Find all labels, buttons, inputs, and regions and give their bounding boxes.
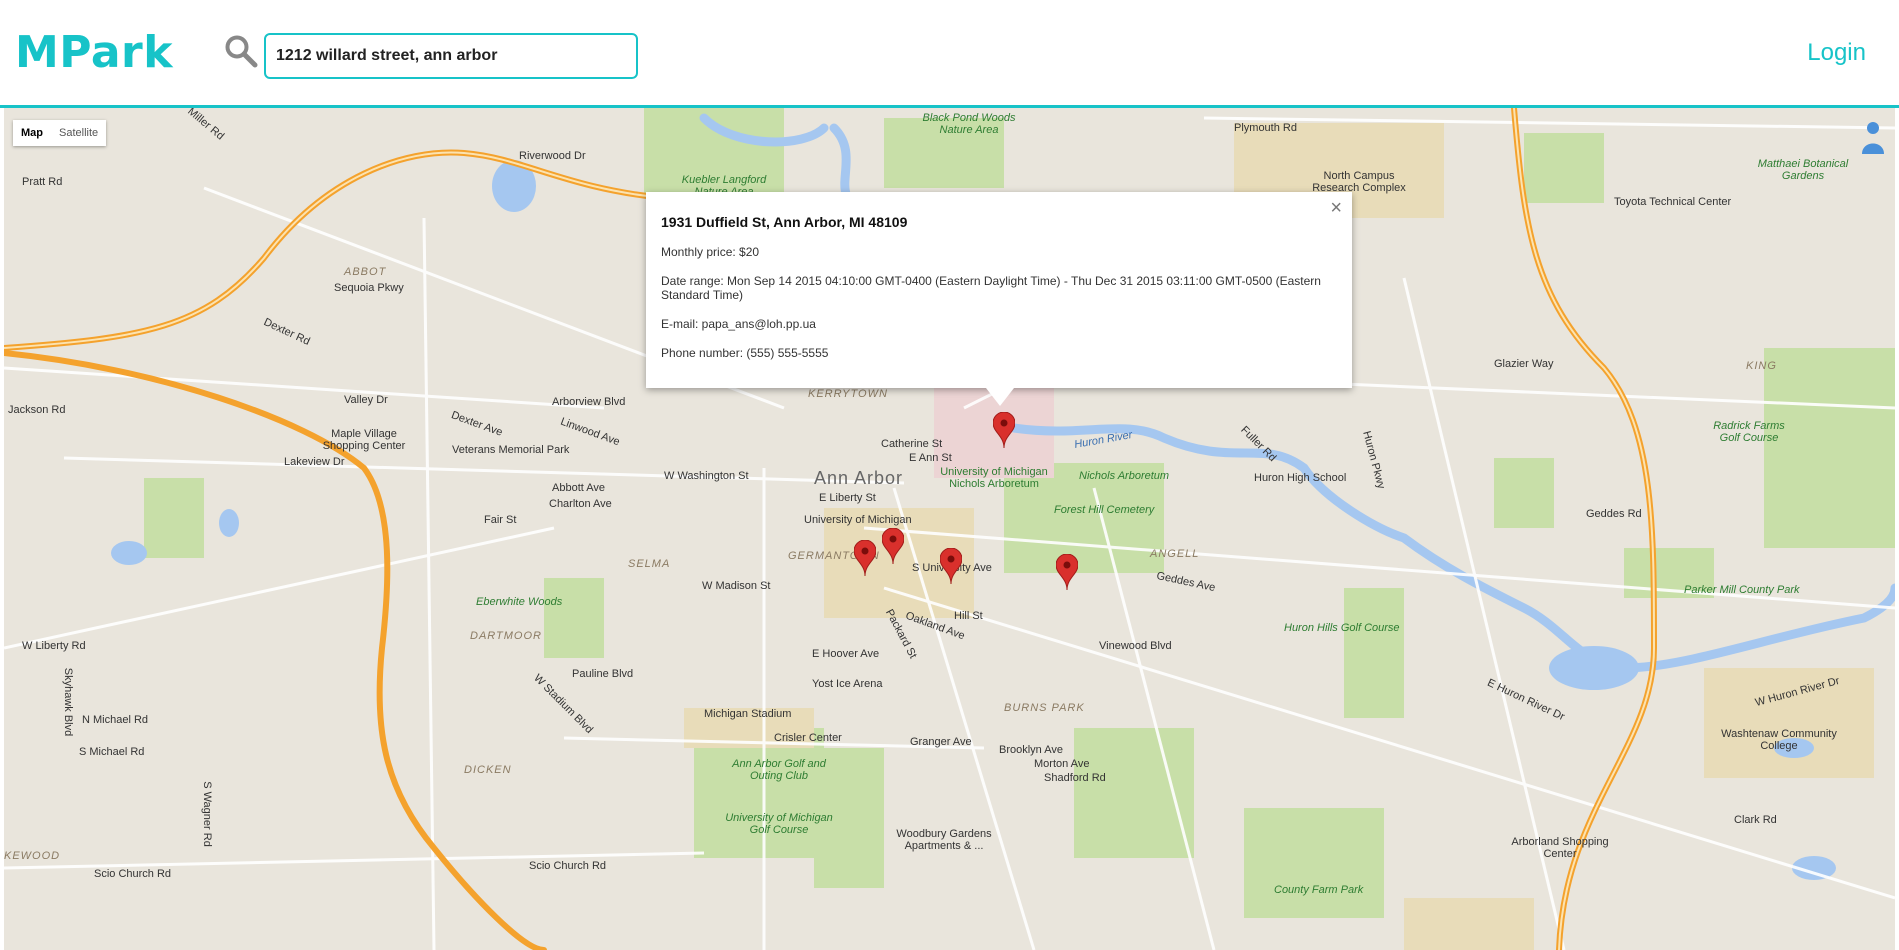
district-label: SELMA — [628, 558, 671, 570]
road-label: Pauline Blvd — [572, 668, 634, 680]
app-header: MPark Login — [0, 0, 1899, 108]
road-label: Morton Ave — [1034, 758, 1090, 770]
district-label: BURNS PARK — [1004, 702, 1085, 714]
road-label: Valley Dr — [344, 394, 388, 406]
poi-label: Forest Hill Cemetery — [1054, 504, 1155, 516]
poi-label: Huron Hills Golf Course — [1284, 622, 1400, 634]
poi-label: Parker Mill County Park — [1684, 584, 1800, 596]
poi-label: Black Pond Woods Nature Area — [922, 112, 1016, 136]
road-label: N Michael Rd — [82, 714, 149, 726]
road-label: Catherine St — [881, 438, 943, 450]
poi-label: University of Michigan — [804, 514, 912, 526]
road-label: Arborview Blvd — [552, 396, 626, 408]
road-label: Fair St — [484, 514, 517, 526]
poi-label: Ann Arbor Golf and Outing Club — [732, 758, 826, 782]
poi-label: Yost Ice Arena — [812, 678, 883, 690]
road-label: Scio Church Rd — [94, 868, 172, 880]
parking-marker-icon[interactable] — [993, 412, 1015, 448]
poi-label: Eberwhite Woods — [476, 596, 563, 608]
parking-info-window: × 1931 Duffield St, Ann Arbor, MI 48109 … — [646, 192, 1352, 406]
road-label: Clark Rd — [1734, 814, 1777, 826]
road-label: Hill St — [954, 610, 983, 622]
search-icon[interactable] — [224, 34, 258, 68]
road-label: Granger Ave — [910, 736, 972, 748]
road-label: S Wagner Rd — [200, 781, 213, 847]
district-label: ABBOT — [344, 266, 387, 278]
road-label: Plymouth Rd — [1234, 122, 1297, 134]
road-label: Riverwood Dr — [519, 150, 586, 162]
district-label: KERRYTOWN — [808, 388, 888, 400]
road-label: W Liberty Rd — [22, 640, 86, 652]
road-label: Abbott Ave — [552, 482, 606, 494]
road-label: Skyhawk Blvd — [62, 667, 75, 737]
app-logo[interactable]: MPark — [15, 24, 173, 82]
map-type-map-button[interactable]: Map — [13, 120, 51, 146]
parking-marker-icon[interactable] — [854, 540, 876, 576]
map-type-control: Map Satellite — [13, 120, 107, 146]
district-label: KEWOOD — [4, 850, 61, 862]
poi-label: Matthaei Botanical Gardens — [1757, 158, 1849, 182]
login-link[interactable]: Login — [1807, 38, 1866, 68]
poi-label: Toyota Technical Center — [1614, 196, 1732, 208]
poi-label: Huron High School — [1254, 472, 1347, 484]
street-view-pegman-icon[interactable] — [1859, 120, 1887, 154]
city-label: Ann Arbor — [814, 468, 904, 488]
info-price: Monthly price: $20 — [661, 245, 760, 259]
road-label: Shadford Rd — [1044, 772, 1106, 784]
road-label: Charlton Ave — [549, 498, 612, 510]
road-label: Sequoia Pkwy — [334, 282, 404, 294]
district-label: KING — [1746, 360, 1777, 372]
search-box — [264, 33, 638, 79]
search-input[interactable] — [266, 35, 636, 77]
road-label: E Liberty St — [819, 492, 876, 504]
poi-label: Crisler Center — [774, 732, 842, 744]
info-email: E-mail: papa_ans@loh.pp.ua — [661, 317, 816, 331]
parking-marker-icon[interactable] — [882, 528, 904, 564]
map-type-satellite-button[interactable]: Satellite — [51, 120, 106, 146]
road-label: Vinewood Blvd — [1099, 640, 1172, 652]
poi-label: Veterans Memorial Park — [452, 444, 570, 456]
district-label: DARTMOOR — [470, 630, 542, 642]
road-label: E Ann St — [909, 452, 952, 464]
poi-label: Washtenaw Community College — [1721, 728, 1837, 752]
poi-label: Michigan Stadium — [704, 708, 792, 720]
road-label: W Washington St — [664, 470, 749, 482]
info-address: 1931 Duffield St, Ann Arbor, MI 48109 — [661, 214, 908, 230]
poi-label: Woodbury Gardens Apartments & ... — [896, 828, 992, 852]
info-phone: Phone number: (555) 555-5555 — [661, 346, 829, 360]
district-label: ANGELL — [1150, 548, 1200, 560]
road-label: Lakeview Dr — [284, 456, 345, 468]
road-label: Jackson Rd — [8, 404, 66, 416]
poi-label: North Campus Research Complex — [1312, 170, 1406, 194]
poi-label: University of Michigan Golf Course — [725, 812, 833, 836]
poi-label: University of Michigan Nichols Arboretum — [940, 466, 1048, 490]
info-window-close-icon[interactable]: × — [1330, 198, 1342, 218]
road-label: S Michael Rd — [79, 746, 145, 758]
poi-label: Radrick Farms Golf Course — [1713, 420, 1785, 444]
parking-marker-icon[interactable] — [1056, 554, 1078, 590]
poi-label: Nichols Arboretum — [1079, 470, 1170, 482]
road-label: W Madison St — [702, 580, 771, 592]
poi-label: Maple Village Shopping Center — [322, 428, 406, 452]
road-label: Scio Church Rd — [529, 860, 607, 872]
road-label: Geddes Rd — [1586, 508, 1642, 520]
parking-marker-icon[interactable] — [940, 548, 962, 584]
info-date-range: Date range: Mon Sep 14 2015 04:10:00 GMT… — [661, 274, 1321, 302]
road-label: Glazier Way — [1494, 358, 1554, 370]
district-label: DICKEN — [464, 764, 512, 776]
road-label: E Hoover Ave — [812, 648, 880, 660]
poi-label: Arborland Shopping Center — [1511, 836, 1609, 860]
road-label: Brooklyn Ave — [999, 744, 1064, 756]
road-label: Pratt Rd — [22, 176, 63, 188]
poi-label: County Farm Park — [1274, 884, 1364, 896]
